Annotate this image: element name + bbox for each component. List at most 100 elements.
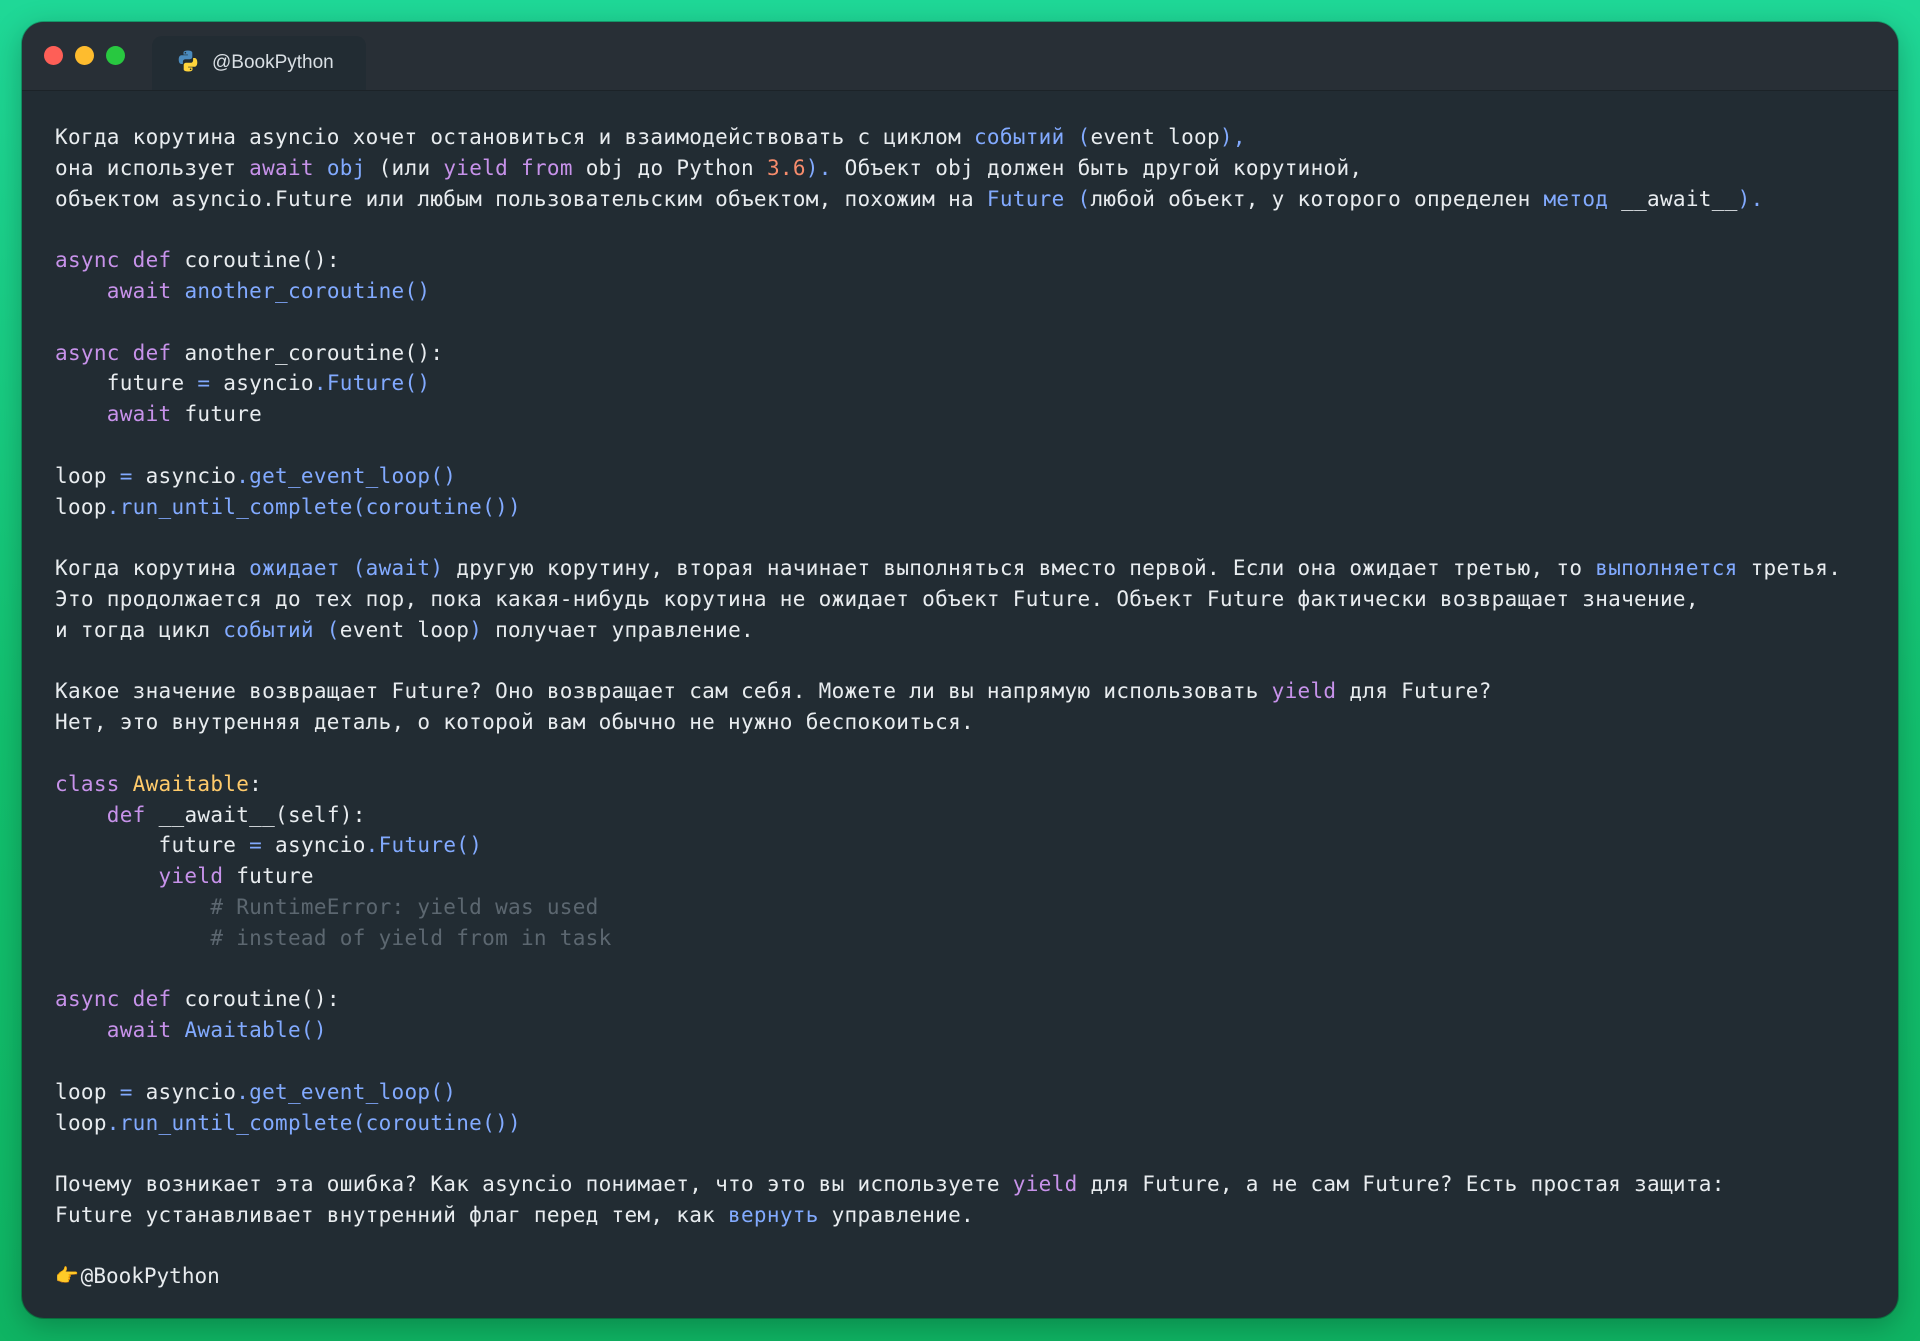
token-class: Awaitable <box>119 771 250 796</box>
text-line: # instead of yield from in task <box>55 923 1875 954</box>
token-func: = <box>197 371 211 396</box>
token-func: .get_event_loop() <box>236 463 457 488</box>
token-keyword: yield <box>158 864 224 889</box>
text-line: Какое значение возвращает Future? Оно во… <box>55 676 1875 707</box>
token-text: loop <box>55 494 107 519</box>
token-keyword: await <box>249 155 314 180</box>
token-func: метод <box>1543 186 1609 211</box>
token-text: Когда корутина <box>55 556 250 581</box>
text-line: loop.run_until_complete(coroutine()) <box>55 492 1875 523</box>
token-text: __await__ <box>1608 186 1738 211</box>
token-text: future <box>171 402 263 427</box>
text-line: Почему возникает эта ошибка? Как asyncio… <box>55 1169 1875 1200</box>
text-line: loop.run_until_complete(coroutine()) <box>55 1108 1875 1139</box>
token-keyword: async def <box>55 248 172 273</box>
token-text: (): <box>300 248 340 273</box>
footer-handle[interactable]: @BookPython <box>81 1261 220 1292</box>
text-line: Это продолжается до тех пор, пока какая-… <box>55 584 1875 615</box>
tab-bookpython[interactable]: @BookPython <box>152 36 366 90</box>
text-line: def __await__(self): <box>55 800 1875 831</box>
token-keyword: def <box>106 802 146 827</box>
token-func: выполняется <box>1595 556 1738 581</box>
token-func: .Future() <box>365 833 483 858</box>
maximize-window-button[interactable] <box>106 46 125 65</box>
token-text: другую корутину, вторая начинает выполня… <box>443 556 1596 581</box>
python-logo-icon <box>176 49 200 77</box>
traffic-lights <box>44 46 125 65</box>
text-line: class Awaitable: <box>55 769 1875 800</box>
token-keyword: yield <box>1012 1172 1078 1197</box>
token-keyword: async def <box>55 987 172 1012</box>
token-func: = <box>119 1079 133 1104</box>
text-line: и тогда цикл событий (event loop) получа… <box>55 615 1875 646</box>
token-comment: # instead of yield from in task <box>55 925 612 950</box>
token-func: = <box>119 463 133 488</box>
text-line: async def coroutine(): <box>55 984 1875 1015</box>
token-text: Future устанавливает внутренний флаг пер… <box>55 1202 729 1227</box>
token-text: (или <box>365 155 444 180</box>
footer-signature: 👉 @BookPython <box>55 1261 1875 1292</box>
text-line: future = asyncio.Future() <box>55 368 1875 399</box>
token-text: event loop <box>1090 125 1220 149</box>
text-line: await another_coroutine() <box>55 276 1875 307</box>
token-func: ). <box>805 155 845 180</box>
token-text: для Future? <box>1336 679 1492 704</box>
text-line: она использует await obj (или yield from… <box>55 153 1875 184</box>
token-comment: # RuntimeError: yield was used <box>55 894 599 919</box>
token-text: future <box>55 833 250 858</box>
text-line: loop = asyncio.get_event_loop() <box>55 1077 1875 1108</box>
title-bar: @BookPython <box>22 22 1898 91</box>
token-text: asyncio <box>262 833 366 858</box>
code-content: Когда корутина asyncio хочет остановитьс… <box>55 122 1875 1292</box>
token-func: ( <box>1064 186 1091 211</box>
token-func: ожидает (await) <box>249 556 444 581</box>
token-number: 3.6 <box>766 155 806 180</box>
token-text: третья. <box>1737 556 1842 581</box>
token-text: obj до Python <box>572 155 767 180</box>
text-line: Когда корутина ожидает (await) другую ко… <box>55 553 1875 584</box>
tab-title: @BookPython <box>212 52 334 73</box>
token-text: asyncio <box>210 371 314 396</box>
token-text: и тогда цикл <box>55 617 224 642</box>
token-keyword: await <box>106 402 172 427</box>
token-text: для Future, а не сам Future? Есть проста… <box>1077 1172 1725 1197</box>
token-func: ) <box>469 617 483 642</box>
token-text: __await__(self): <box>145 802 366 827</box>
token-func: .run_until_complete(coroutine()) <box>106 1110 521 1135</box>
token-func: Awaitable() <box>171 1018 327 1043</box>
close-window-button[interactable] <box>44 46 63 65</box>
token-func: .Future() <box>313 371 431 396</box>
text-line: # RuntimeError: yield was used <box>55 892 1875 923</box>
token-text: управление. <box>818 1202 974 1227</box>
token-text: Объект obj должен быть другой корутиной, <box>844 155 1363 180</box>
text-line: Нет, это внутренняя деталь, о которой ва… <box>55 707 1875 738</box>
token-func: событий ( <box>223 617 340 642</box>
token-func: another_coroutine() <box>171 278 431 303</box>
token-func: ), <box>1219 125 1246 149</box>
token-keyword: class <box>55 771 120 796</box>
text-line: Когда корутина asyncio хочет остановитьс… <box>55 122 1875 153</box>
token-text: Когда корутина asyncio хочет остановитьс… <box>55 125 974 149</box>
text-line: async def another_coroutine(): <box>55 338 1875 369</box>
token-text: Какое значение возвращает Future? Оно во… <box>55 679 1272 704</box>
text-line: объектом asyncio.Future или любым пользо… <box>55 184 1875 215</box>
minimize-window-button[interactable] <box>75 46 94 65</box>
token-text: Это продолжается до тех пор, пока какая-… <box>55 586 1699 611</box>
token-text: future <box>223 864 314 889</box>
token-text: loop <box>55 463 120 488</box>
token-text: coroutine(): <box>171 987 340 1012</box>
token-text: Нет, это внутренняя деталь, о которой ва… <box>55 710 974 735</box>
text-line: future = asyncio.Future() <box>55 830 1875 861</box>
